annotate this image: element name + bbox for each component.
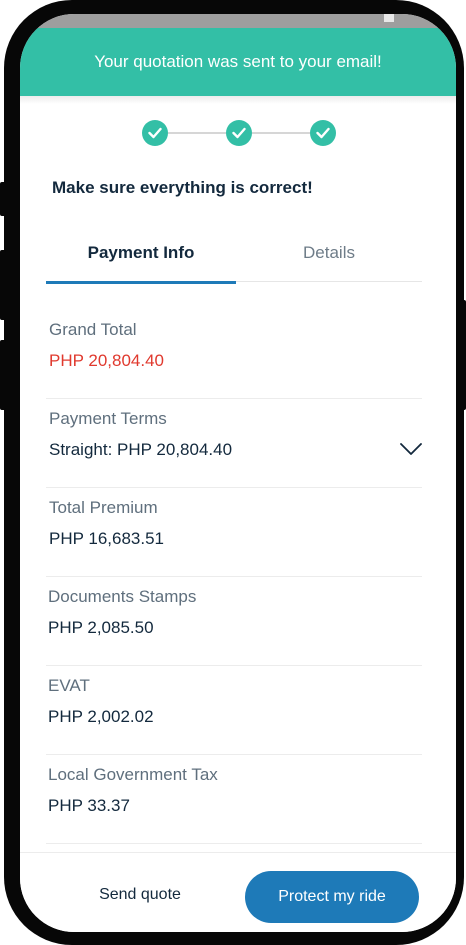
progress-stepper bbox=[142, 120, 336, 146]
payment-terms-row[interactable]: Payment Terms Straight: PHP 20,804.40 bbox=[46, 399, 422, 488]
grand-total-label: Grand Total bbox=[49, 320, 137, 339]
grand-total-row: Grand Total PHP 20,804.40 bbox=[46, 310, 422, 399]
tab-payment-info[interactable]: Payment Info bbox=[46, 232, 236, 284]
evat-row: EVAT PHP 2,002.02 bbox=[46, 666, 422, 755]
phone-side-button bbox=[0, 250, 6, 320]
payment-terms-value[interactable]: Straight: PHP 20,804.40 bbox=[49, 440, 232, 460]
step-1-check-icon bbox=[142, 120, 168, 146]
phone-power-button bbox=[460, 300, 466, 410]
phone-side-button bbox=[0, 340, 6, 410]
toast-message: Your quotation was sent to your email! bbox=[94, 52, 382, 71]
phone-side-button bbox=[0, 182, 6, 216]
success-toast: Your quotation was sent to your email! bbox=[20, 28, 456, 96]
tab-label: Payment Info bbox=[87, 243, 195, 262]
tab-label: Details bbox=[303, 243, 355, 262]
status-indicator bbox=[384, 14, 394, 22]
active-tab-indicator bbox=[46, 281, 236, 284]
protect-my-ride-button[interactable]: Protect my ride bbox=[245, 871, 419, 923]
step-connector bbox=[252, 132, 310, 134]
local-government-tax-value: PHP 33.37 bbox=[48, 796, 130, 815]
chevron-down-icon[interactable] bbox=[400, 443, 422, 455]
evat-value: PHP 2,002.02 bbox=[48, 707, 154, 726]
documents-stamps-value: PHP 2,085.50 bbox=[48, 618, 154, 637]
step-2-check-icon bbox=[226, 120, 252, 146]
grand-total-value: PHP 20,804.40 bbox=[49, 351, 164, 370]
step-3-check-icon bbox=[310, 120, 336, 146]
documents-stamps-label: Documents Stamps bbox=[48, 587, 197, 606]
total-premium-label: Total Premium bbox=[49, 498, 158, 517]
total-premium-value: PHP 16,683.51 bbox=[49, 529, 164, 548]
tab-bar: Payment Info Details bbox=[46, 232, 422, 284]
total-premium-row: Total Premium PHP 16,683.51 bbox=[46, 488, 422, 577]
action-footer: Send quote Protect my ride bbox=[20, 852, 456, 932]
documents-stamps-row: Documents Stamps PHP 2,085.50 bbox=[46, 577, 422, 666]
page-heading: Make sure everything is correct! bbox=[52, 178, 313, 197]
phone-frame: Your quotation was sent to your email! M… bbox=[4, 0, 464, 945]
tab-details[interactable]: Details bbox=[236, 232, 422, 282]
local-government-tax-row: Local Government Tax PHP 33.37 bbox=[46, 755, 422, 844]
app-screen: Your quotation was sent to your email! M… bbox=[20, 14, 456, 932]
step-connector bbox=[168, 132, 226, 134]
local-government-tax-label: Local Government Tax bbox=[48, 765, 218, 784]
toast-shadow bbox=[20, 96, 456, 104]
payment-info-list: Grand Total PHP 20,804.40 Payment Terms … bbox=[46, 310, 422, 844]
payment-terms-label: Payment Terms bbox=[49, 409, 167, 428]
send-quote-button[interactable]: Send quote bbox=[78, 869, 202, 921]
evat-label: EVAT bbox=[48, 676, 90, 695]
